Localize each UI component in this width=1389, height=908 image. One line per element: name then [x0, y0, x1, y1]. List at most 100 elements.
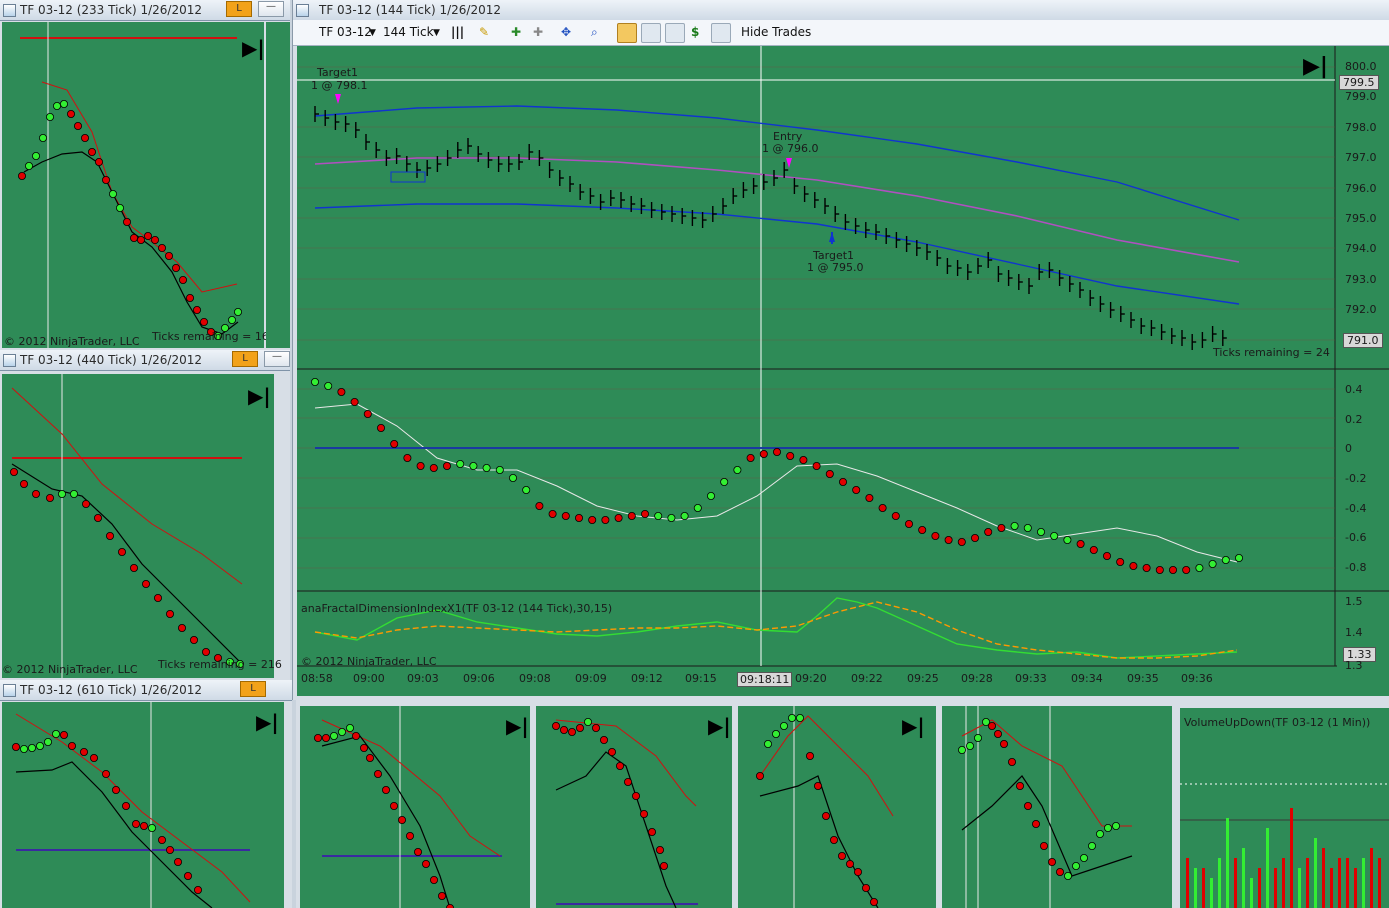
window-titlebar[interactable]: TF 03-12 (233 Tick) 1/26/2012 L —: [0, 0, 290, 21]
signal-dot: [965, 742, 974, 751]
signal-dot: [508, 473, 517, 482]
end-of-data-icon[interactable]: ▶|: [256, 710, 279, 734]
chevron-down-icon[interactable]: ▼: [369, 28, 376, 38]
signal-dot: [437, 891, 446, 900]
signal-dot: [1048, 857, 1057, 866]
instrument-selector[interactable]: TF 03-12: [319, 25, 372, 39]
signal-dot: [944, 535, 953, 544]
main-chart-area[interactable]: Target1 1 @ 798.1 Entry 1 @ 796.0 Target…: [297, 46, 1389, 696]
chevron-down-icon[interactable]: ▼: [433, 28, 440, 38]
signal-dot: [1129, 562, 1138, 571]
signal-dot: [997, 523, 1006, 532]
time-tick: 09:22: [851, 672, 883, 685]
signal-dot: [574, 513, 583, 522]
window-title: TF 03-12 (233 Tick) 1/26/2012: [20, 3, 202, 17]
dollar-icon[interactable]: $: [691, 25, 699, 39]
signal-dot: [67, 110, 76, 119]
signal-dot: [1235, 553, 1244, 562]
link-button[interactable]: L: [232, 351, 258, 367]
chart-panel[interactable]: ▶| Ticks remaining = 216 © 2012 NinjaTra…: [2, 374, 282, 678]
draw-tool-icon[interactable]: ✚: [511, 25, 521, 39]
signal-dot: [11, 743, 20, 752]
signal-dot: [193, 885, 202, 894]
end-of-data-icon[interactable]: ▶|: [506, 714, 529, 738]
window-title: TF 03-12 (440 Tick) 1/26/2012: [20, 353, 202, 367]
signal-dot: [352, 731, 361, 740]
strategies-icon[interactable]: [665, 23, 685, 43]
window-titlebar[interactable]: TF 03-12 (440 Tick) 1/26/2012 L —: [0, 350, 290, 371]
chart-properties-icon[interactable]: [617, 23, 637, 43]
remove-draw-icon[interactable]: ✚: [533, 25, 543, 39]
chart-panel[interactable]: VolumeUpDown(TF 03-12 (1 Min)): [1180, 708, 1389, 908]
chart-panel[interactable]: ▶|: [300, 706, 530, 908]
end-of-data-icon[interactable]: ▶|: [708, 714, 731, 738]
minimize-button[interactable]: —: [258, 1, 284, 17]
chart-panel[interactable]: ▶|: [738, 706, 936, 908]
volume-window[interactable]: VolumeUpDown(TF 03-12 (1 Min)): [1174, 700, 1389, 908]
interval-selector[interactable]: 144 Tick: [383, 25, 434, 39]
main-chart-svg: [297, 46, 1389, 667]
signal-dot: [46, 113, 55, 122]
signal-dot: [495, 465, 504, 474]
signal-dot: [46, 494, 55, 503]
osc-tick: -0.2: [1345, 472, 1367, 485]
signal-dot: [482, 463, 491, 472]
mini-chart-1[interactable]: ▶|: [296, 700, 532, 908]
mini-chart-2[interactable]: ▶|: [532, 700, 734, 908]
signal-dot: [68, 742, 77, 751]
signal-dot: [324, 381, 333, 390]
signal-dot: [153, 593, 162, 602]
volume-svg: [1180, 783, 1389, 908]
end-of-data-icon[interactable]: ▶|: [248, 384, 271, 408]
signal-dot: [1040, 841, 1049, 850]
signal-dot: [31, 151, 40, 160]
signal-dot: [19, 480, 28, 489]
signal-dot: [150, 235, 159, 244]
zoom-icon[interactable]: ⌕: [591, 25, 598, 40]
signal-dot: [1050, 531, 1059, 540]
data-box-icon[interactable]: [711, 23, 731, 43]
signal-dot: [329, 731, 338, 740]
end-of-data-icon[interactable]: ▶|: [242, 36, 265, 60]
signal-dot: [830, 835, 839, 844]
signal-dot: [640, 509, 649, 518]
link-button[interactable]: L: [240, 681, 266, 697]
signal-dot: [9, 468, 18, 477]
chart-panel[interactable]: ▶|: [2, 702, 284, 908]
bar-style-icon[interactable]: |||: [451, 25, 464, 39]
chart-panel[interactable]: [942, 706, 1172, 908]
signal-dot: [17, 171, 26, 180]
minimize-button[interactable]: —: [264, 351, 290, 367]
crosshair-icon[interactable]: ✥: [561, 25, 571, 39]
time-axis: 08:58 09:00 09:03 09:06 09:08 09:09 09:12 09:15…: [297, 668, 1337, 688]
time-tick: 09:06: [463, 672, 495, 685]
signal-dot: [363, 409, 372, 418]
mini-chart-3[interactable]: ▶|: [734, 700, 938, 908]
time-tick: 09:20: [795, 672, 827, 685]
signal-dot: [1221, 555, 1230, 564]
osc-tick: -0.8: [1345, 561, 1367, 574]
chart-panel[interactable]: ▶|: [536, 706, 732, 908]
end-of-data-icon[interactable]: ▶|: [902, 714, 925, 738]
signal-dot: [1008, 758, 1017, 767]
volume-bar: [1258, 868, 1261, 908]
window-titlebar[interactable]: TF 03-12 (144 Tick) 1/26/2012: [293, 0, 1389, 21]
chart-window-icon: [3, 354, 16, 367]
link-button[interactable]: L: [226, 1, 252, 17]
signal-dot: [796, 713, 805, 722]
mini-chart-svg: [551, 717, 698, 908]
hide-trades-button[interactable]: Hide Trades: [741, 25, 811, 39]
volume-bar: [1194, 868, 1197, 908]
signal-dot: [600, 735, 609, 744]
chart-panel[interactable]: ▶| Ticks remaining = 161: [2, 22, 276, 348]
window-titlebar[interactable]: TF 03-12 (610 Tick) 1/26/2012 L: [0, 680, 292, 701]
signal-dot: [406, 832, 415, 841]
signal-dot: [189, 635, 198, 644]
signal-dot: [422, 859, 431, 868]
pencil-icon[interactable]: ✎: [479, 25, 489, 39]
signal-dot: [839, 477, 848, 486]
mini-chart-4[interactable]: [938, 700, 1174, 908]
end-of-data-icon[interactable]: ▶|: [1303, 54, 1328, 79]
indicators-icon[interactable]: [641, 23, 661, 43]
signal-dot: [1095, 830, 1104, 839]
